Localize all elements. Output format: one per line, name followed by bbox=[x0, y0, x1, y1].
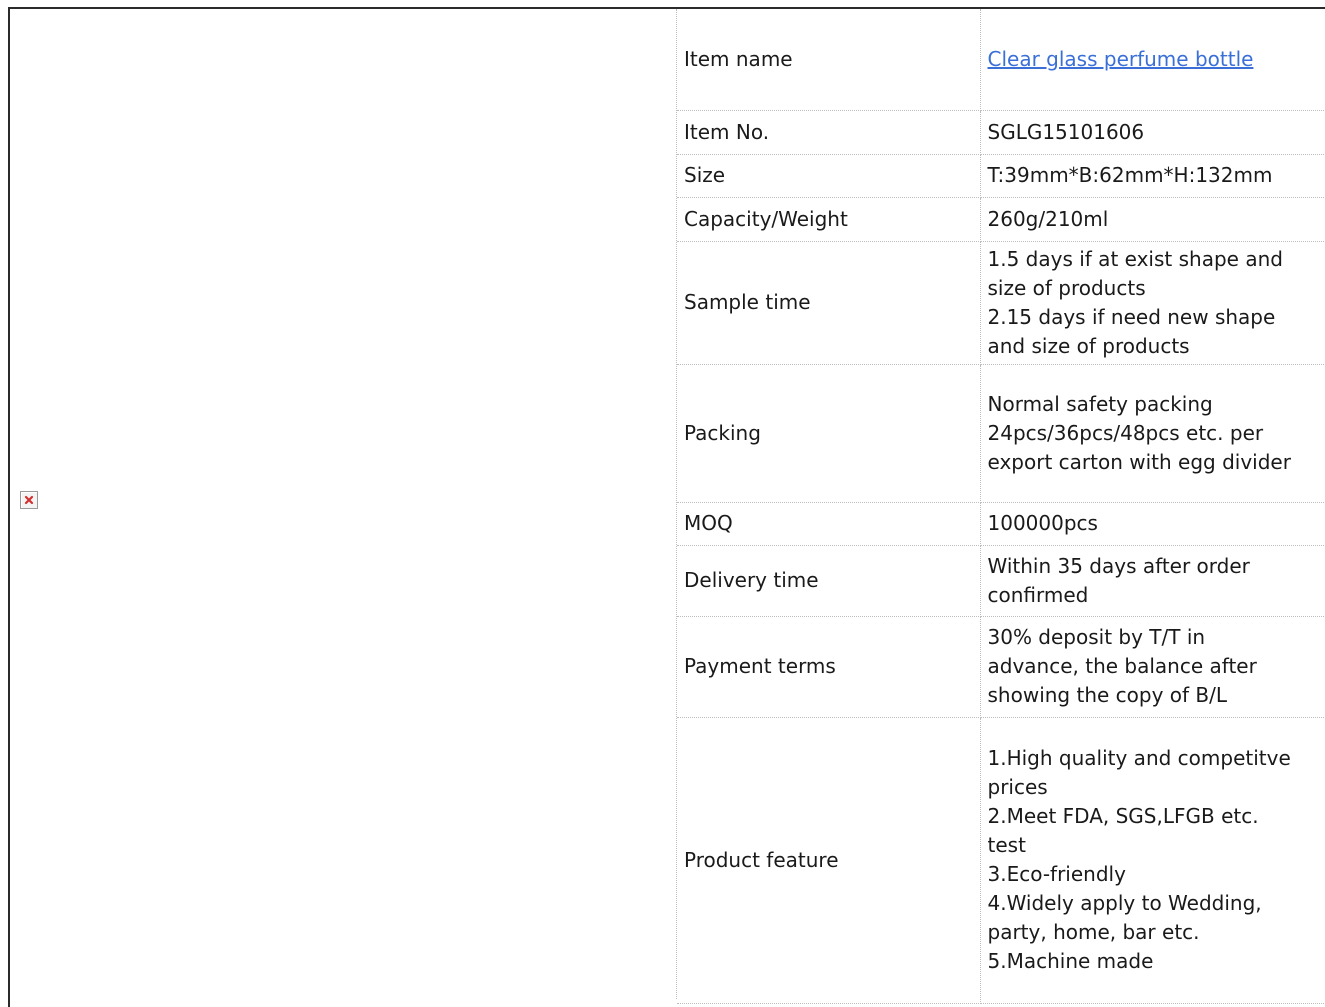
value-line: and size of products bbox=[988, 332, 1325, 361]
value-line: export carton with egg divider bbox=[988, 448, 1325, 477]
table-row-delivery-time: Delivery time Within 35 days after order… bbox=[677, 545, 1325, 616]
value-line: confirmed bbox=[988, 581, 1325, 610]
value-line: advance, the balance after bbox=[988, 652, 1325, 681]
value-line: 1.High quality and competitve bbox=[988, 744, 1325, 773]
value-line: prices bbox=[988, 773, 1325, 802]
item-name-link[interactable]: Clear glass perfume bottle bbox=[988, 47, 1254, 71]
value-line: party, home, bar etc. bbox=[988, 918, 1325, 947]
table-row-size: Size T:39mm*B:62mm*H:132mm bbox=[677, 154, 1325, 197]
value-line: 3.Eco-friendly bbox=[988, 860, 1325, 889]
row-value: 100000pcs bbox=[980, 502, 1325, 545]
table-row-payment-terms: Payment terms 30% deposit by T/T in adva… bbox=[677, 616, 1325, 717]
value-line: 30% deposit by T/T in bbox=[988, 623, 1325, 652]
row-value: 30% deposit by T/T in advance, the balan… bbox=[980, 616, 1325, 717]
row-label: Item name bbox=[677, 9, 980, 110]
value-line: size of products bbox=[988, 274, 1325, 303]
row-label: Packing bbox=[677, 364, 980, 502]
value-line: Normal safety packing bbox=[988, 390, 1325, 419]
row-value: SGLG15101606 bbox=[980, 110, 1325, 154]
table-row-sample-time: Sample time 1.5 days if at exist shape a… bbox=[677, 241, 1325, 364]
row-label: MOQ bbox=[677, 502, 980, 545]
value-line: Within 35 days after order bbox=[988, 552, 1325, 581]
table-row-item-no: Item No. SGLG15101606 bbox=[677, 110, 1325, 154]
row-label: Item No. bbox=[677, 110, 980, 154]
value-line: 2.15 days if need new shape bbox=[988, 303, 1325, 332]
row-value: Within 35 days after order confirmed bbox=[980, 545, 1325, 616]
row-label: Capacity/Weight bbox=[677, 197, 980, 241]
row-label: Product feature bbox=[677, 717, 980, 1003]
table-row-moq: MOQ 100000pcs bbox=[677, 502, 1325, 545]
table-row-item-name: Item name Clear glass perfume bottle bbox=[677, 9, 1325, 110]
product-spec-table: Item name Clear glass perfume bottle Ite… bbox=[677, 9, 1325, 1004]
table-row-capacity-weight: Capacity/Weight 260g/210ml bbox=[677, 197, 1325, 241]
row-label: Payment terms bbox=[677, 616, 980, 717]
row-value: 1.5 days if at exist shape and size of p… bbox=[980, 241, 1325, 364]
row-value: Clear glass perfume bottle bbox=[980, 9, 1325, 110]
row-label: Delivery time bbox=[677, 545, 980, 616]
value-line: 4.Widely apply to Wedding, bbox=[988, 889, 1325, 918]
value-line: 1.5 days if at exist shape and bbox=[988, 245, 1325, 274]
value-line: 5.Machine made bbox=[988, 947, 1325, 976]
table-row-product-feature: Product feature 1.High quality and compe… bbox=[677, 717, 1325, 1003]
value-line: test bbox=[988, 831, 1325, 860]
broken-image-icon bbox=[20, 491, 38, 509]
table-row-packing: Packing Normal safety packing 24pcs/36pc… bbox=[677, 364, 1325, 502]
row-value: Normal safety packing 24pcs/36pcs/48pcs … bbox=[980, 364, 1325, 502]
row-value: 1.High quality and competitve prices 2.M… bbox=[980, 717, 1325, 1003]
row-label: Size bbox=[677, 154, 980, 197]
value-line: 24pcs/36pcs/48pcs etc. per bbox=[988, 419, 1325, 448]
value-line: showing the copy of B/L bbox=[988, 681, 1325, 710]
value-line: 2.Meet FDA, SGS,LFGB etc. bbox=[988, 802, 1325, 831]
row-value: T:39mm*B:62mm*H:132mm bbox=[980, 154, 1325, 197]
row-label: Sample time bbox=[677, 241, 980, 364]
row-value: 260g/210ml bbox=[980, 197, 1325, 241]
close-x-icon bbox=[21, 492, 37, 508]
